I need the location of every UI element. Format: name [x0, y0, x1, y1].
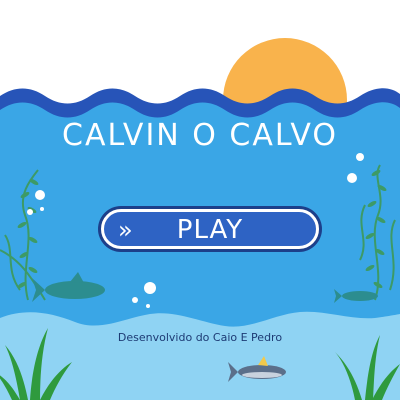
play-button[interactable]: » PLAY [101, 209, 319, 249]
credits-text: Desenvolvido do Caio E Pedro [117, 331, 283, 344]
play-button-label: PLAY [176, 215, 244, 245]
game-title: CALVIN O CALVO [62, 118, 338, 153]
shallow-water [0, 311, 400, 400]
game-menu-screen: CALVIN O CALVO » PLAY Desenvolvido do Ca… [0, 0, 400, 400]
